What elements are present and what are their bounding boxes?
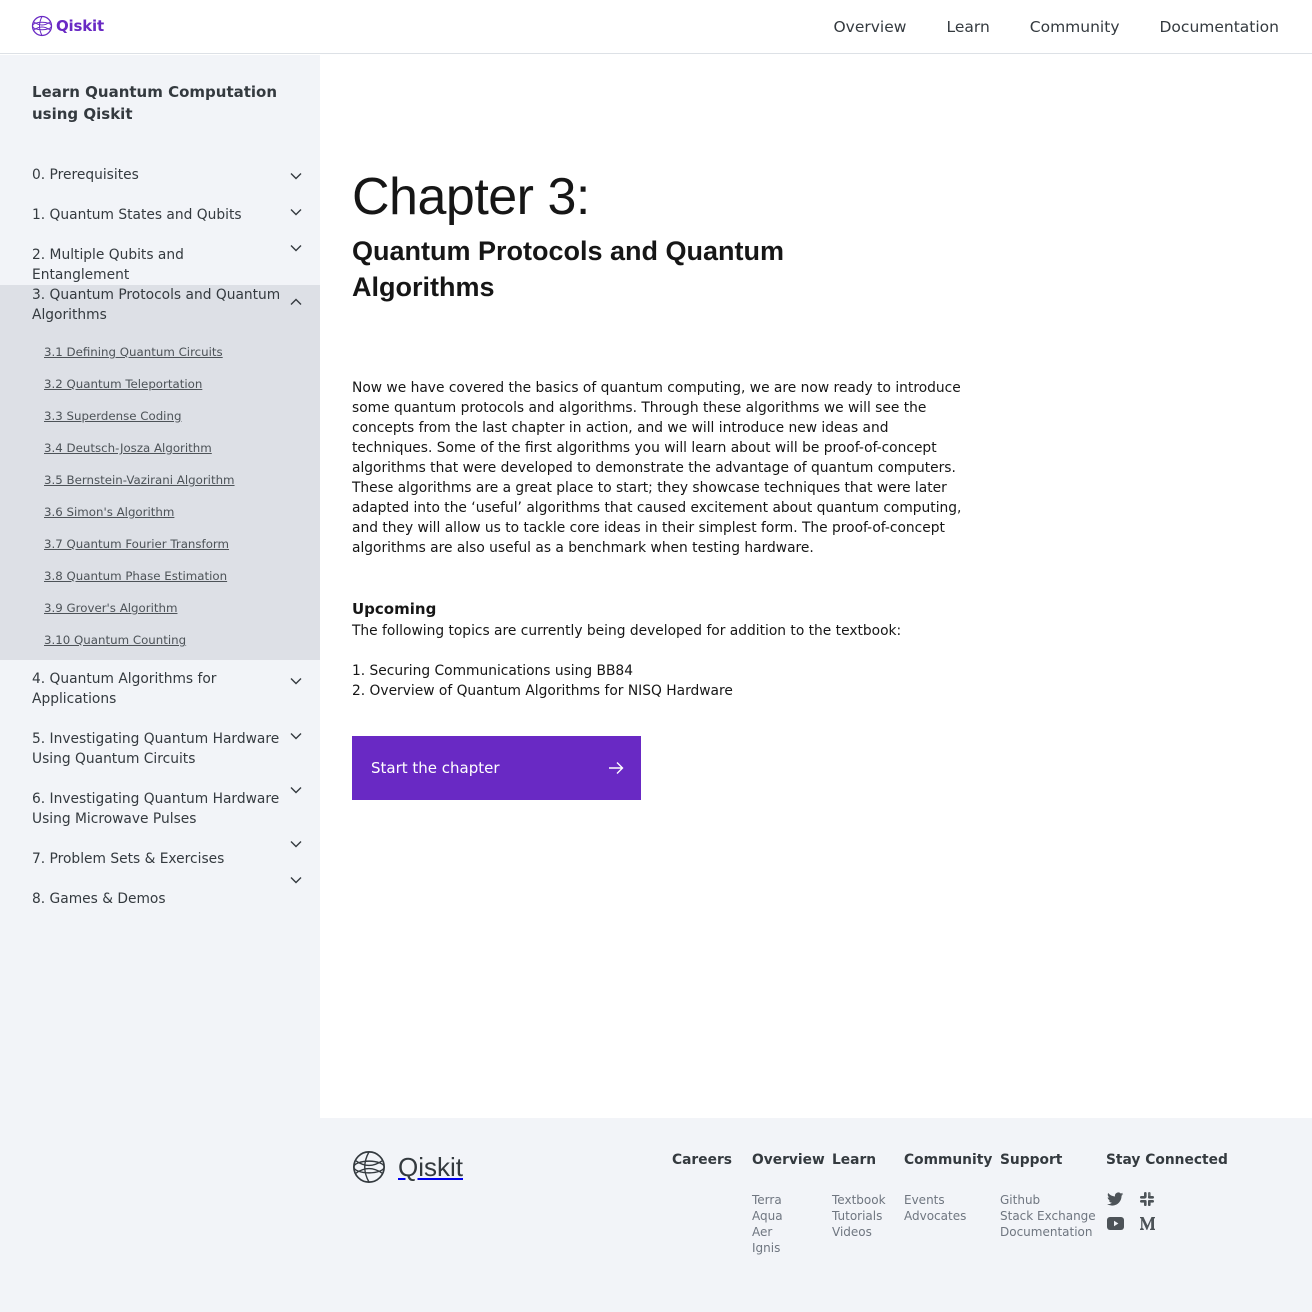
footer-heading: Community — [904, 1152, 993, 1168]
footer-logo-link[interactable]: Qiskit — [352, 1150, 463, 1184]
footer-link-aer[interactable]: Aer — [752, 1224, 825, 1240]
sidebar-chapter-label: 5. Investigating Quantum Hardware Using … — [32, 731, 280, 767]
site-footer: Qiskit Careers Overview Terra Aqua Aer I… — [320, 1118, 1312, 1312]
qiskit-logo-icon — [31, 15, 53, 37]
medium-icon[interactable] — [1138, 1214, 1156, 1232]
list-item: 2. Overview of Quantum Algorithms for NI… — [352, 683, 733, 699]
chevron-down-icon — [290, 733, 302, 740]
sidebar-chapter-label: 2. Multiple Qubits and Entanglement — [32, 247, 184, 283]
chevron-down-icon — [290, 245, 302, 252]
footer-link-videos[interactable]: Videos — [832, 1224, 886, 1240]
footer-column-community: Community Events Advocates — [904, 1152, 992, 1224]
social-links — [1106, 1190, 1170, 1232]
footer-link-terra[interactable]: Terra — [752, 1192, 825, 1208]
main-nav: Overview Learn Community Documentation — [833, 0, 1279, 54]
footer-column-careers: Careers — [672, 1152, 732, 1192]
nav-documentation-link[interactable]: Documentation — [1160, 18, 1280, 36]
footer-brand-name: Qiskit — [398, 1151, 463, 1182]
sidebar-chapter-label: 7. Problem Sets & Exercises — [32, 851, 225, 867]
upcoming-heading: Upcoming — [352, 600, 437, 618]
start-chapter-button[interactable]: Start the chapter — [352, 736, 641, 800]
footer-link-textbook[interactable]: Textbook — [832, 1192, 886, 1208]
chevron-down-icon — [290, 678, 302, 685]
qiskit-logo-icon — [353, 1151, 385, 1183]
footer-heading: Support — [1000, 1152, 1063, 1168]
twitter-icon[interactable] — [1106, 1190, 1124, 1208]
footer-link-tutorials[interactable]: Tutorials — [832, 1208, 886, 1224]
sidebar-section-3-8[interactable]: 3.8 Quantum Phase Estimation — [44, 568, 227, 584]
footer-column-learn: Learn Textbook Tutorials Videos — [832, 1152, 886, 1240]
chevron-down-icon — [290, 787, 302, 794]
footer-column-support: Support Github Stack Exchange Documentat… — [1000, 1152, 1096, 1240]
chevron-down-icon — [290, 173, 302, 180]
sidebar-section-3-1[interactable]: 3.1 Defining Quantum Circuits — [44, 344, 223, 360]
footer-link-ignis[interactable]: Ignis — [752, 1240, 825, 1256]
top-navigation-bar: Qiskit Overview Learn Community Document… — [0, 0, 1312, 54]
chevron-down-icon — [290, 209, 302, 216]
footer-column-stay-connected: Stay Connected — [1106, 1152, 1228, 1192]
sidebar-section-3-5[interactable]: 3.5 Bernstein-Vazirani Algorithm — [44, 472, 235, 488]
sidebar-section-3-9[interactable]: 3.9 Grover's Algorithm — [44, 600, 177, 616]
footer-link-events[interactable]: Events — [904, 1192, 992, 1208]
sidebar-section-3-2[interactable]: 3.2 Quantum Teleportation — [44, 376, 202, 392]
footer-careers-link[interactable]: Careers — [672, 1152, 732, 1192]
footer-heading: Overview — [752, 1152, 825, 1168]
sidebar-chapter-label: 8. Games & Demos — [32, 891, 166, 907]
sidebar-section-3-7[interactable]: 3.7 Quantum Fourier Transform — [44, 536, 229, 552]
sidebar-chapter-label: 6. Investigating Quantum Hardware Using … — [32, 791, 280, 827]
chapter-intro-paragraph: Now we have covered the basics of quantu… — [352, 380, 962, 556]
list-item: 1. Securing Communications using BB84 — [352, 663, 633, 679]
start-chapter-button-label: Start the chapter — [371, 759, 500, 777]
sidebar-title: Learn Quantum Computation using Qiskit — [32, 83, 278, 123]
chevron-up-icon — [290, 298, 302, 305]
sidebar-chapter-label: 4. Quantum Algorithms for Applications — [32, 671, 217, 707]
qiskit-logo-link[interactable]: Qiskit — [31, 15, 104, 37]
sidebar-section-3-3[interactable]: 3.3 Superdense Coding — [44, 408, 181, 424]
slack-icon[interactable] — [1138, 1190, 1156, 1208]
sidebar-section-3-4[interactable]: 3.4 Deutsch-Josza Algorithm — [44, 440, 212, 456]
footer-link-github[interactable]: Github — [1000, 1192, 1096, 1208]
footer-link-documentation[interactable]: Documentation — [1000, 1224, 1096, 1240]
footer-heading: Learn — [832, 1152, 877, 1168]
footer-link-aqua[interactable]: Aqua — [752, 1208, 825, 1224]
arrow-right-icon — [609, 762, 624, 774]
chapter-number-heading: Chapter 3: — [352, 168, 590, 226]
footer-heading: Stay Connected — [1106, 1152, 1228, 1168]
chapter-title-heading: Quantum Protocols and Quantum Algorithms — [352, 236, 785, 302]
chapter-main-content: Chapter 3: Quantum Protocols and Quantum… — [320, 55, 1312, 1118]
youtube-icon[interactable] — [1106, 1214, 1124, 1232]
chevron-down-icon — [290, 841, 302, 848]
nav-overview-link[interactable]: Overview — [833, 18, 906, 36]
sidebar-section-3-10[interactable]: 3.10 Quantum Counting — [44, 632, 186, 648]
nav-community-link[interactable]: Community — [1030, 18, 1120, 36]
sidebar-chapter-label: 0. Prerequisites — [32, 167, 139, 183]
upcoming-description: The following topics are currently being… — [352, 623, 902, 639]
sidebar-chapter-label: 3. Quantum Protocols and Quantum Algorit… — [32, 287, 281, 323]
chevron-down-icon — [290, 877, 302, 884]
textbook-sidebar: Learn Quantum Computation using Qiskit 0… — [0, 55, 320, 1312]
sidebar-chapter-label: 1. Quantum States and Qubits — [32, 207, 242, 223]
upcoming-topics-list: 1. Securing Communications using BB84 2.… — [352, 661, 733, 701]
footer-link-advocates[interactable]: Advocates — [904, 1208, 992, 1224]
nav-learn-link[interactable]: Learn — [946, 18, 989, 36]
footer-column-overview: Overview Terra Aqua Aer Ignis — [752, 1152, 825, 1256]
sidebar-section-3-6[interactable]: 3.6 Simon's Algorithm — [44, 504, 174, 520]
brand-name: Qiskit — [56, 17, 104, 35]
footer-link-stack-exchange[interactable]: Stack Exchange — [1000, 1208, 1096, 1224]
